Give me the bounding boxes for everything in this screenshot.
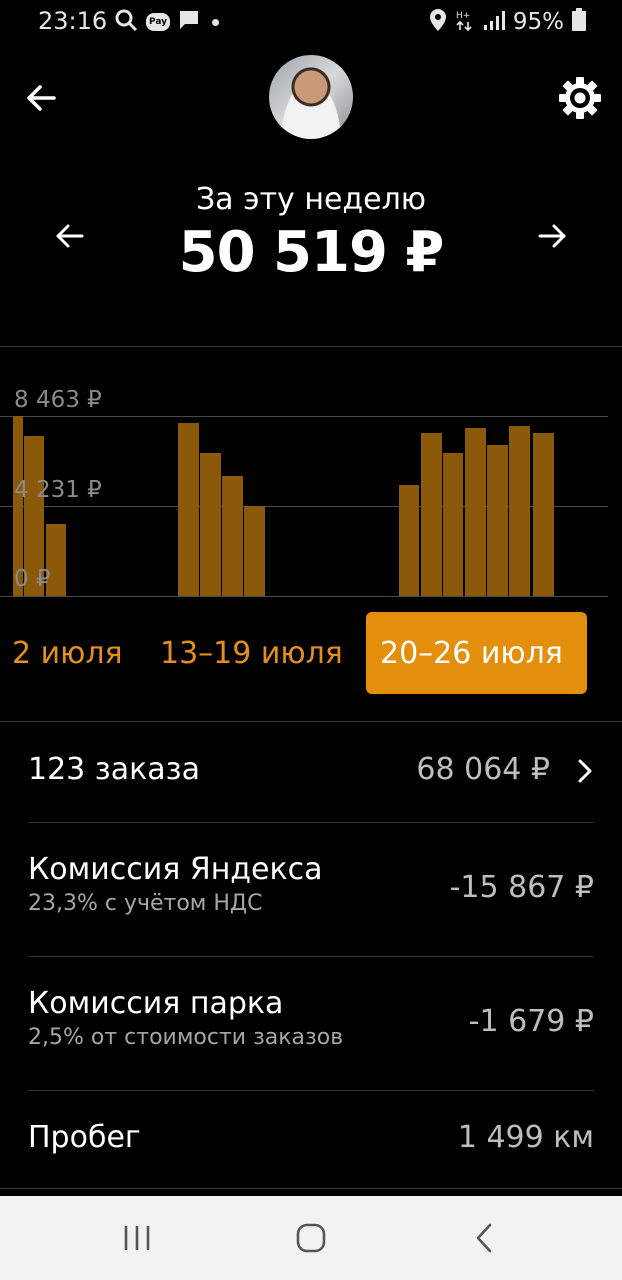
arrow-left-icon xyxy=(27,85,56,111)
search-icon xyxy=(114,8,138,36)
home-icon xyxy=(296,1223,326,1253)
home-button[interactable] xyxy=(291,1218,331,1258)
chevron-right-icon xyxy=(576,758,594,788)
period-title: За эту неделю xyxy=(195,182,427,217)
chart-bar xyxy=(399,485,419,596)
chart-bar xyxy=(487,445,508,596)
park-commission-row: Комиссия парка 2,5% от стоимости заказов… xyxy=(28,986,594,1066)
orders-total: 68 064 ₽ xyxy=(416,752,550,787)
week-tab-active[interactable]: 20–26 июля xyxy=(366,612,587,694)
recents-button[interactable] xyxy=(117,1218,157,1258)
gridline-zero xyxy=(0,596,608,597)
next-week-button[interactable] xyxy=(532,216,572,256)
mileage-row: Пробег 1 499 км xyxy=(28,1120,594,1166)
chart-bar xyxy=(222,476,243,596)
data-icon: H+ xyxy=(455,8,475,36)
chart-bar xyxy=(421,433,442,596)
arrow-right-icon xyxy=(538,224,566,248)
status-time: 23:16 xyxy=(38,7,108,35)
avatar[interactable] xyxy=(269,55,353,139)
chart-bar xyxy=(178,423,199,596)
system-back-button[interactable] xyxy=(465,1218,505,1258)
gear-icon xyxy=(559,77,601,119)
battery-percent: 95% xyxy=(512,9,564,35)
settings-button[interactable] xyxy=(556,74,604,122)
location-icon xyxy=(429,8,447,36)
chart-bar xyxy=(533,433,554,596)
svg-text:H+: H+ xyxy=(456,11,470,21)
back-button[interactable] xyxy=(22,78,62,118)
chart-bar xyxy=(509,426,530,596)
chart-bar xyxy=(443,453,463,596)
notification-dot-icon xyxy=(212,18,219,26)
divider xyxy=(0,346,622,347)
period-sum: 50 519 ₽ xyxy=(178,220,445,285)
system-navigation-bar xyxy=(0,1196,622,1280)
divider xyxy=(28,822,594,823)
gridline-top xyxy=(0,416,608,417)
battery-icon xyxy=(572,8,586,36)
signal-icon xyxy=(483,9,505,35)
status-bar: 23:16 Pay H+ 95% xyxy=(0,0,622,44)
y-tick-label: 4 231 ₽ xyxy=(14,477,102,503)
yandex-commission-row: Комиссия Яндекса 23,3% с учётом НДС -15 … xyxy=(28,852,594,932)
orders-row[interactable]: 123 заказа 68 064 ₽ xyxy=(28,752,594,798)
week-tab[interactable]: 13–19 июля xyxy=(160,612,343,694)
y-tick-label: 8 463 ₽ xyxy=(14,387,102,413)
chart-bar xyxy=(200,453,221,596)
row-value: -15 867 ₽ xyxy=(449,870,594,905)
y-tick-label: 0 ₽ xyxy=(14,566,51,592)
divider xyxy=(28,956,594,957)
back-icon xyxy=(476,1223,492,1253)
chart-bar xyxy=(465,428,486,596)
earnings-chart[interactable]: 8 463 ₽ 4 231 ₽ 0 ₽ xyxy=(0,380,622,610)
message-icon xyxy=(178,9,200,35)
row-value: -1 679 ₽ xyxy=(468,1004,594,1039)
chart-bar xyxy=(244,506,265,596)
divider xyxy=(28,1090,594,1091)
week-tab-label: 20–26 июля xyxy=(380,635,563,671)
divider xyxy=(0,1188,622,1189)
divider xyxy=(0,721,622,722)
week-tab[interactable]: 2 июля xyxy=(12,612,123,694)
pay-icon: Pay xyxy=(146,13,170,31)
row-value: 1 499 км xyxy=(457,1120,594,1155)
recents-icon xyxy=(124,1226,150,1250)
